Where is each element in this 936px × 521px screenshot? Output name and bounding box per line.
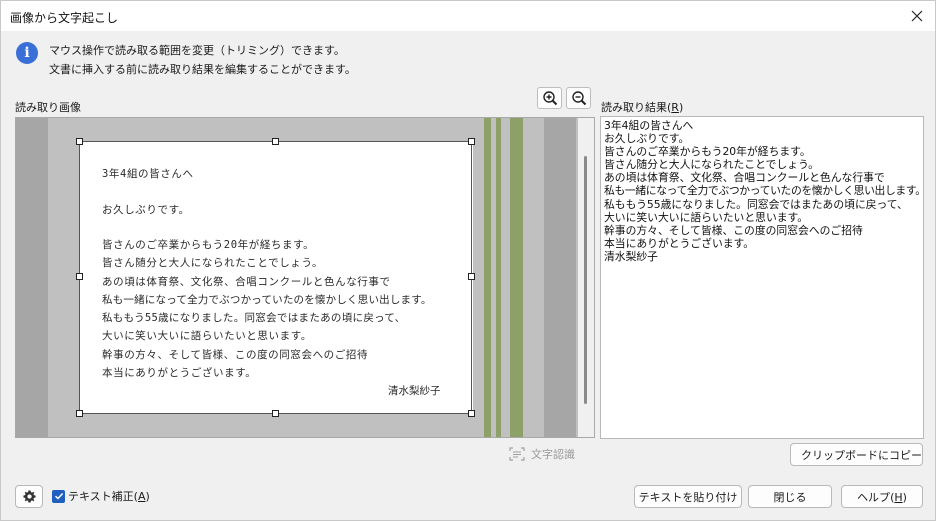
- settings-button[interactable]: [15, 485, 43, 508]
- zoom-out-button[interactable]: [566, 87, 591, 109]
- help-button-text: ヘルプ: [857, 490, 891, 504]
- result-line: 皆さんのご卒業からもう20年が経ちます。: [604, 145, 811, 159]
- crop-handle-top-right[interactable]: [468, 138, 475, 145]
- result-textarea[interactable]: 3年4組の皆さんへ お久しぶりです。 皆さんのご卒業からもう20年が経ちます。 …: [600, 116, 924, 439]
- result-line: 3年4組の皆さんへ: [604, 119, 694, 132]
- result-section-label: 読み取り結果(R): [601, 101, 684, 114]
- close-button-label: 閉じる: [773, 490, 807, 504]
- text-correction-mnemonic: A: [137, 490, 146, 503]
- handwritten-line: 皆さんのご卒業からもう20年が経ちます。: [102, 239, 315, 251]
- copy-button-label: クリップボードにコピー: [801, 448, 922, 462]
- result-line: あの頃は体育祭、文化祭、合唱コンクールと色んな行事で: [604, 171, 885, 185]
- image-stripe: [496, 118, 501, 437]
- image-background: [544, 118, 576, 437]
- text-correction-text: テキスト補正: [68, 490, 134, 503]
- handwritten-line: 大いに笑い大いに語らいたいと思います。: [102, 330, 312, 342]
- image-section-label: 読み取り画像: [15, 101, 81, 114]
- result-line: 本当にありがとうございます。: [604, 236, 755, 250]
- scan-text-icon: [509, 447, 525, 461]
- crop-handle-top-left[interactable]: [76, 138, 83, 145]
- zoom-in-button[interactable]: [537, 87, 562, 109]
- result-line: 私も一緒になって全力でぶつかっていたのを懐かしく思い出します。: [604, 184, 924, 198]
- crop-handle-bottom-right[interactable]: [468, 410, 475, 417]
- checkmark-icon: [54, 492, 63, 500]
- result-line: お久しぶりです。: [604, 132, 690, 146]
- handwritten-line: お久しぶりです。: [102, 204, 190, 216]
- info-icon: i: [16, 42, 38, 64]
- title-bar: 画像から文字起こし: [1, 1, 935, 31]
- result-line: 皆さん随分と大人になられたことでしょう。: [604, 158, 819, 172]
- text-correction-option[interactable]: テキスト補正(A): [52, 488, 150, 504]
- text-correction-checkbox[interactable]: [52, 489, 65, 503]
- ocr-dialog: 画像から文字起こし i マウス操作で読み取る範囲を変更（トリミング）できます。 …: [0, 0, 936, 521]
- paste-button-label: テキストを貼り付け: [638, 490, 738, 504]
- zoom-out-icon: [571, 91, 586, 106]
- copy-to-clipboard-button[interactable]: クリップボードにコピー: [790, 443, 923, 466]
- close-dialog-button[interactable]: 閉じる: [748, 485, 832, 508]
- help-button-mnemonic: H: [894, 490, 903, 504]
- handwritten-line: あの頃は体育祭、文化祭、合唱コンクールと色んな行事で: [102, 276, 391, 288]
- close-icon: [911, 10, 923, 22]
- handwritten-line: 3年4組の皆さんへ: [102, 168, 194, 180]
- handwritten-signature: 清水梨紗子: [388, 385, 441, 397]
- image-stripe: [510, 118, 523, 437]
- close-button[interactable]: [901, 3, 933, 29]
- crop-handle-top[interactable]: [272, 138, 279, 145]
- image-preview-panel[interactable]: 3年4組の皆さんへ お久しぶりです。 皆さんのご卒業からもう20年が経ちます。 …: [15, 117, 595, 438]
- zoom-in-icon: [542, 91, 557, 106]
- handwritten-line: 皆さん随分と大人になられたことでしょう。: [102, 257, 324, 269]
- crop-handle-right[interactable]: [468, 273, 475, 280]
- result-label-text: 読み取り結果: [601, 101, 667, 114]
- info-text-line2: 文書に挿入する前に読み取り結果を編集することができます。: [49, 63, 356, 76]
- gear-icon: [22, 490, 36, 503]
- info-text-line1: マウス操作で読み取る範囲を変更（トリミング）できます。: [49, 44, 345, 57]
- result-line: 大いに笑い大いに語らいたいと思います。: [604, 210, 809, 224]
- image-stripe: [484, 118, 491, 437]
- image-background: [16, 118, 48, 437]
- text-correction-label: テキスト補正(A): [68, 490, 150, 503]
- result-label-mnemonic: R: [671, 101, 679, 114]
- help-button-label: ヘルプ(H): [857, 490, 907, 504]
- handwritten-line: 幹事の方々、そして皆様、この度の同窓会へのご招待: [102, 349, 369, 361]
- crop-handle-bottom[interactable]: [272, 410, 279, 417]
- result-line: 清水梨紗子: [604, 249, 658, 263]
- ocr-button[interactable]: 文字認識: [509, 444, 593, 464]
- result-line: 私ももう55歳になりました。同窓会ではまたあの頃に戻って、: [604, 197, 908, 211]
- crop-handle-bottom-left[interactable]: [76, 410, 83, 417]
- crop-handle-left[interactable]: [76, 273, 83, 280]
- window-title: 画像から文字起こし: [10, 11, 119, 25]
- help-button[interactable]: ヘルプ(H): [841, 485, 923, 508]
- ocr-button-label: 文字認識: [531, 448, 575, 461]
- handwritten-line: 私ももう55歳になりました。同窓会ではまたあの頃に戻って、: [102, 312, 406, 324]
- result-line: 幹事の方々、そして皆様、この度の同窓会へのご招待: [604, 223, 863, 237]
- handwritten-line: 本当にありがとうございます。: [102, 367, 257, 379]
- image-scrollbar-thumb[interactable]: [584, 156, 587, 404]
- paste-text-button[interactable]: テキストを貼り付け: [634, 485, 742, 508]
- handwritten-line: 私も一緒になって全力でぶつかっていたのを懐かしく思い出します。: [102, 294, 432, 306]
